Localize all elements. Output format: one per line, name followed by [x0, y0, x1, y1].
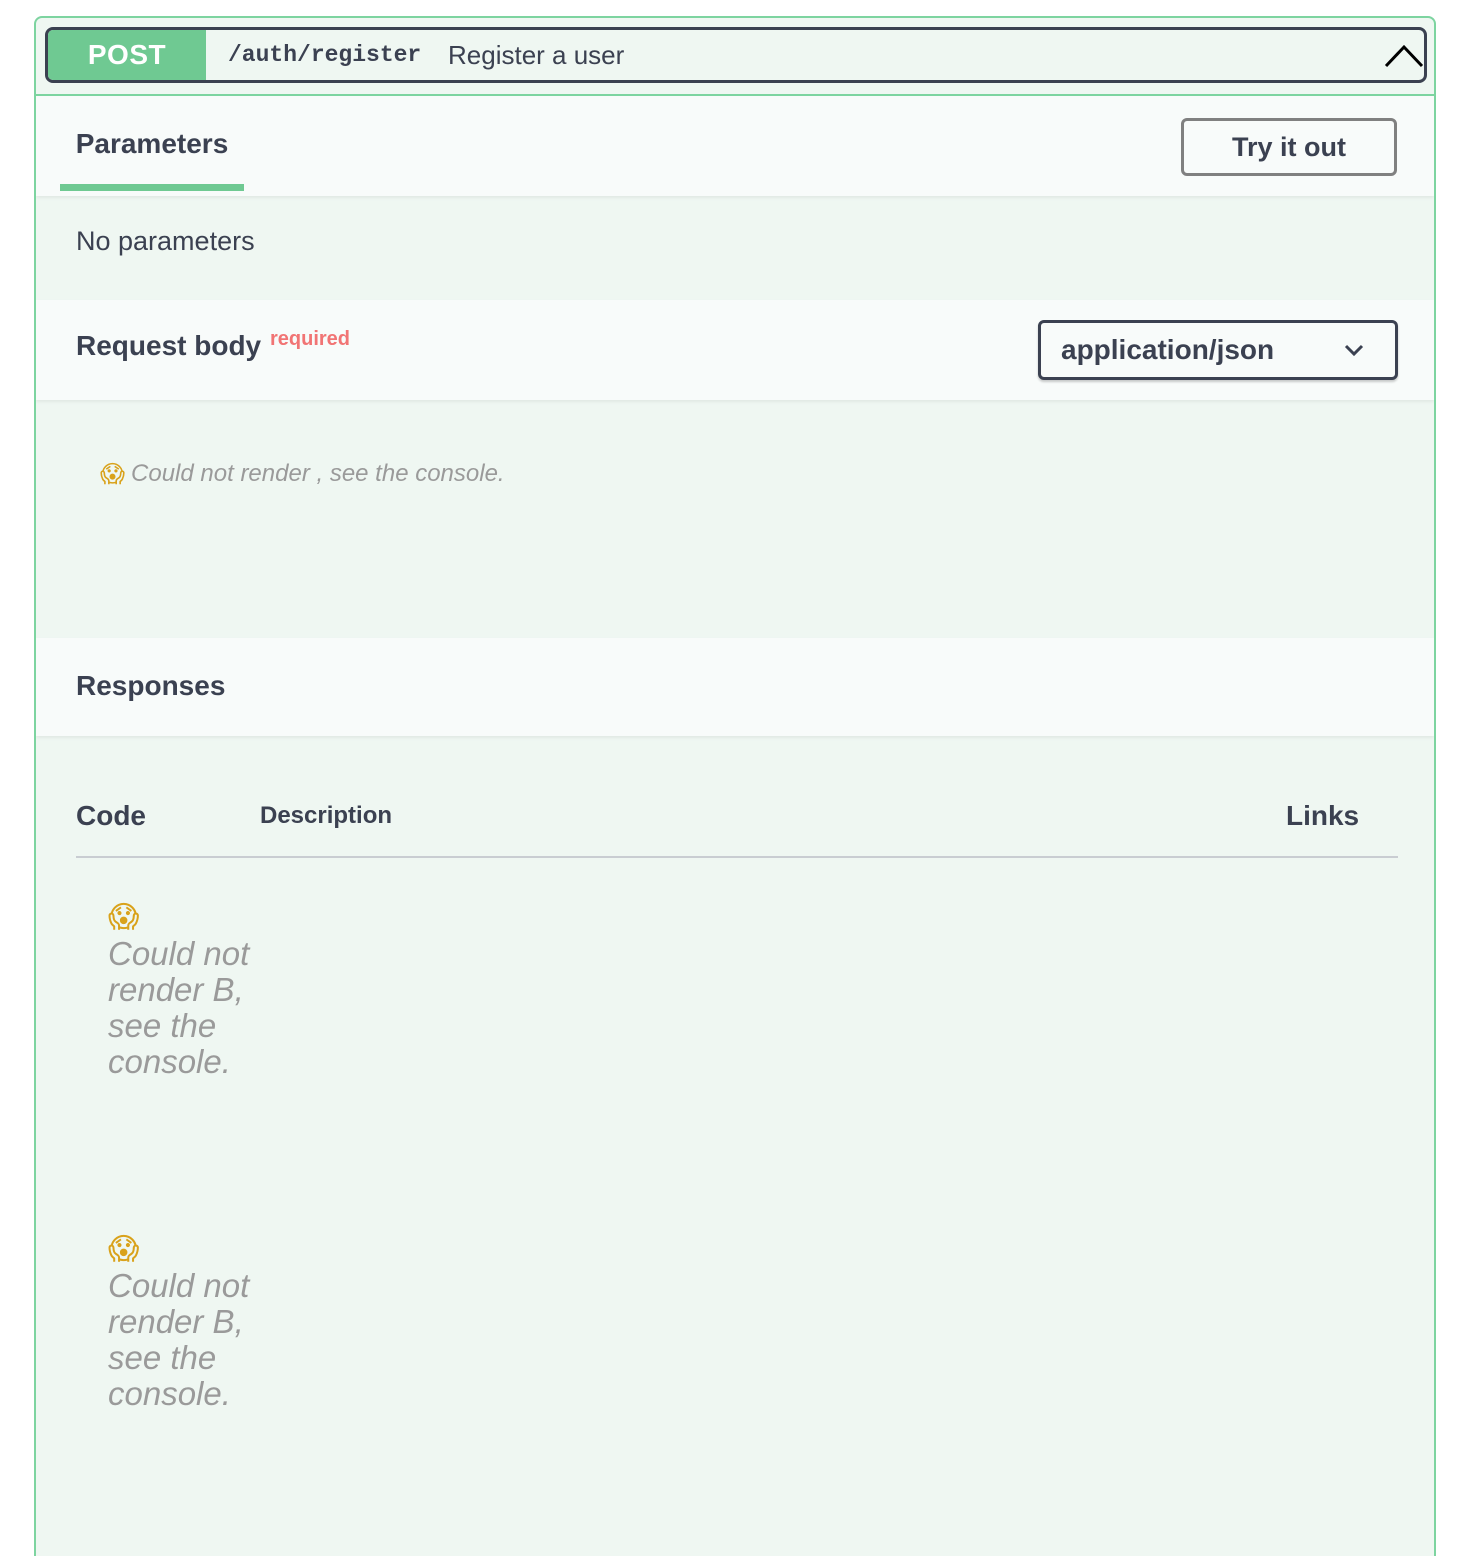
table-header-divider [76, 856, 1398, 858]
response-row-render-error: 😱 Could not render B, see the console. [108, 1232, 268, 1412]
active-tab-indicator [60, 184, 244, 191]
parameters-header: Parameters Try it out [36, 96, 1434, 196]
column-header-code: Code [76, 800, 146, 831]
responses-title: Responses [76, 670, 226, 701]
column-header-description: Description [260, 802, 393, 829]
no-parameters-text: No parameters [76, 226, 255, 256]
response-row-render-error: 😱 Could not render B, see the console. [108, 900, 268, 1080]
http-method-badge: POST [48, 30, 206, 80]
chevron-down-icon [1344, 344, 1364, 357]
scream-emoji-icon: 😱 [108, 900, 140, 935]
render-error-text: Could not render , see the console. [131, 460, 505, 487]
endpoint-summary: Register a user [448, 39, 625, 70]
endpoint-path: /auth/register [228, 42, 422, 68]
operation-block: POST /auth/register Register a user Para… [34, 16, 1436, 1556]
required-badge: required [270, 328, 351, 350]
render-error-text: Could not render B, see the console. [108, 1267, 250, 1412]
chevron-up-icon[interactable] [1384, 42, 1424, 68]
try-it-out-button[interactable]: Try it out [1181, 118, 1397, 176]
operation-summary[interactable]: POST /auth/register Register a user [45, 27, 1427, 83]
content-type-select[interactable]: application/json [1038, 320, 1398, 380]
tab-parameters[interactable]: Parameters [60, 96, 244, 192]
content-type-value: application/json [1061, 334, 1275, 365]
column-header-links: Links [1286, 800, 1360, 831]
scream-emoji-icon: 😱 [100, 460, 126, 488]
render-error-text: Could not render B, see the console. [108, 935, 250, 1080]
request-body-header: Request body required application/json [36, 300, 1434, 400]
responses-header: Responses [36, 638, 1434, 736]
request-body-title: Request body [76, 330, 262, 361]
request-body-render-error: 😱 Could not render , see the console. [100, 460, 505, 488]
scream-emoji-icon: 😱 [108, 1232, 140, 1267]
